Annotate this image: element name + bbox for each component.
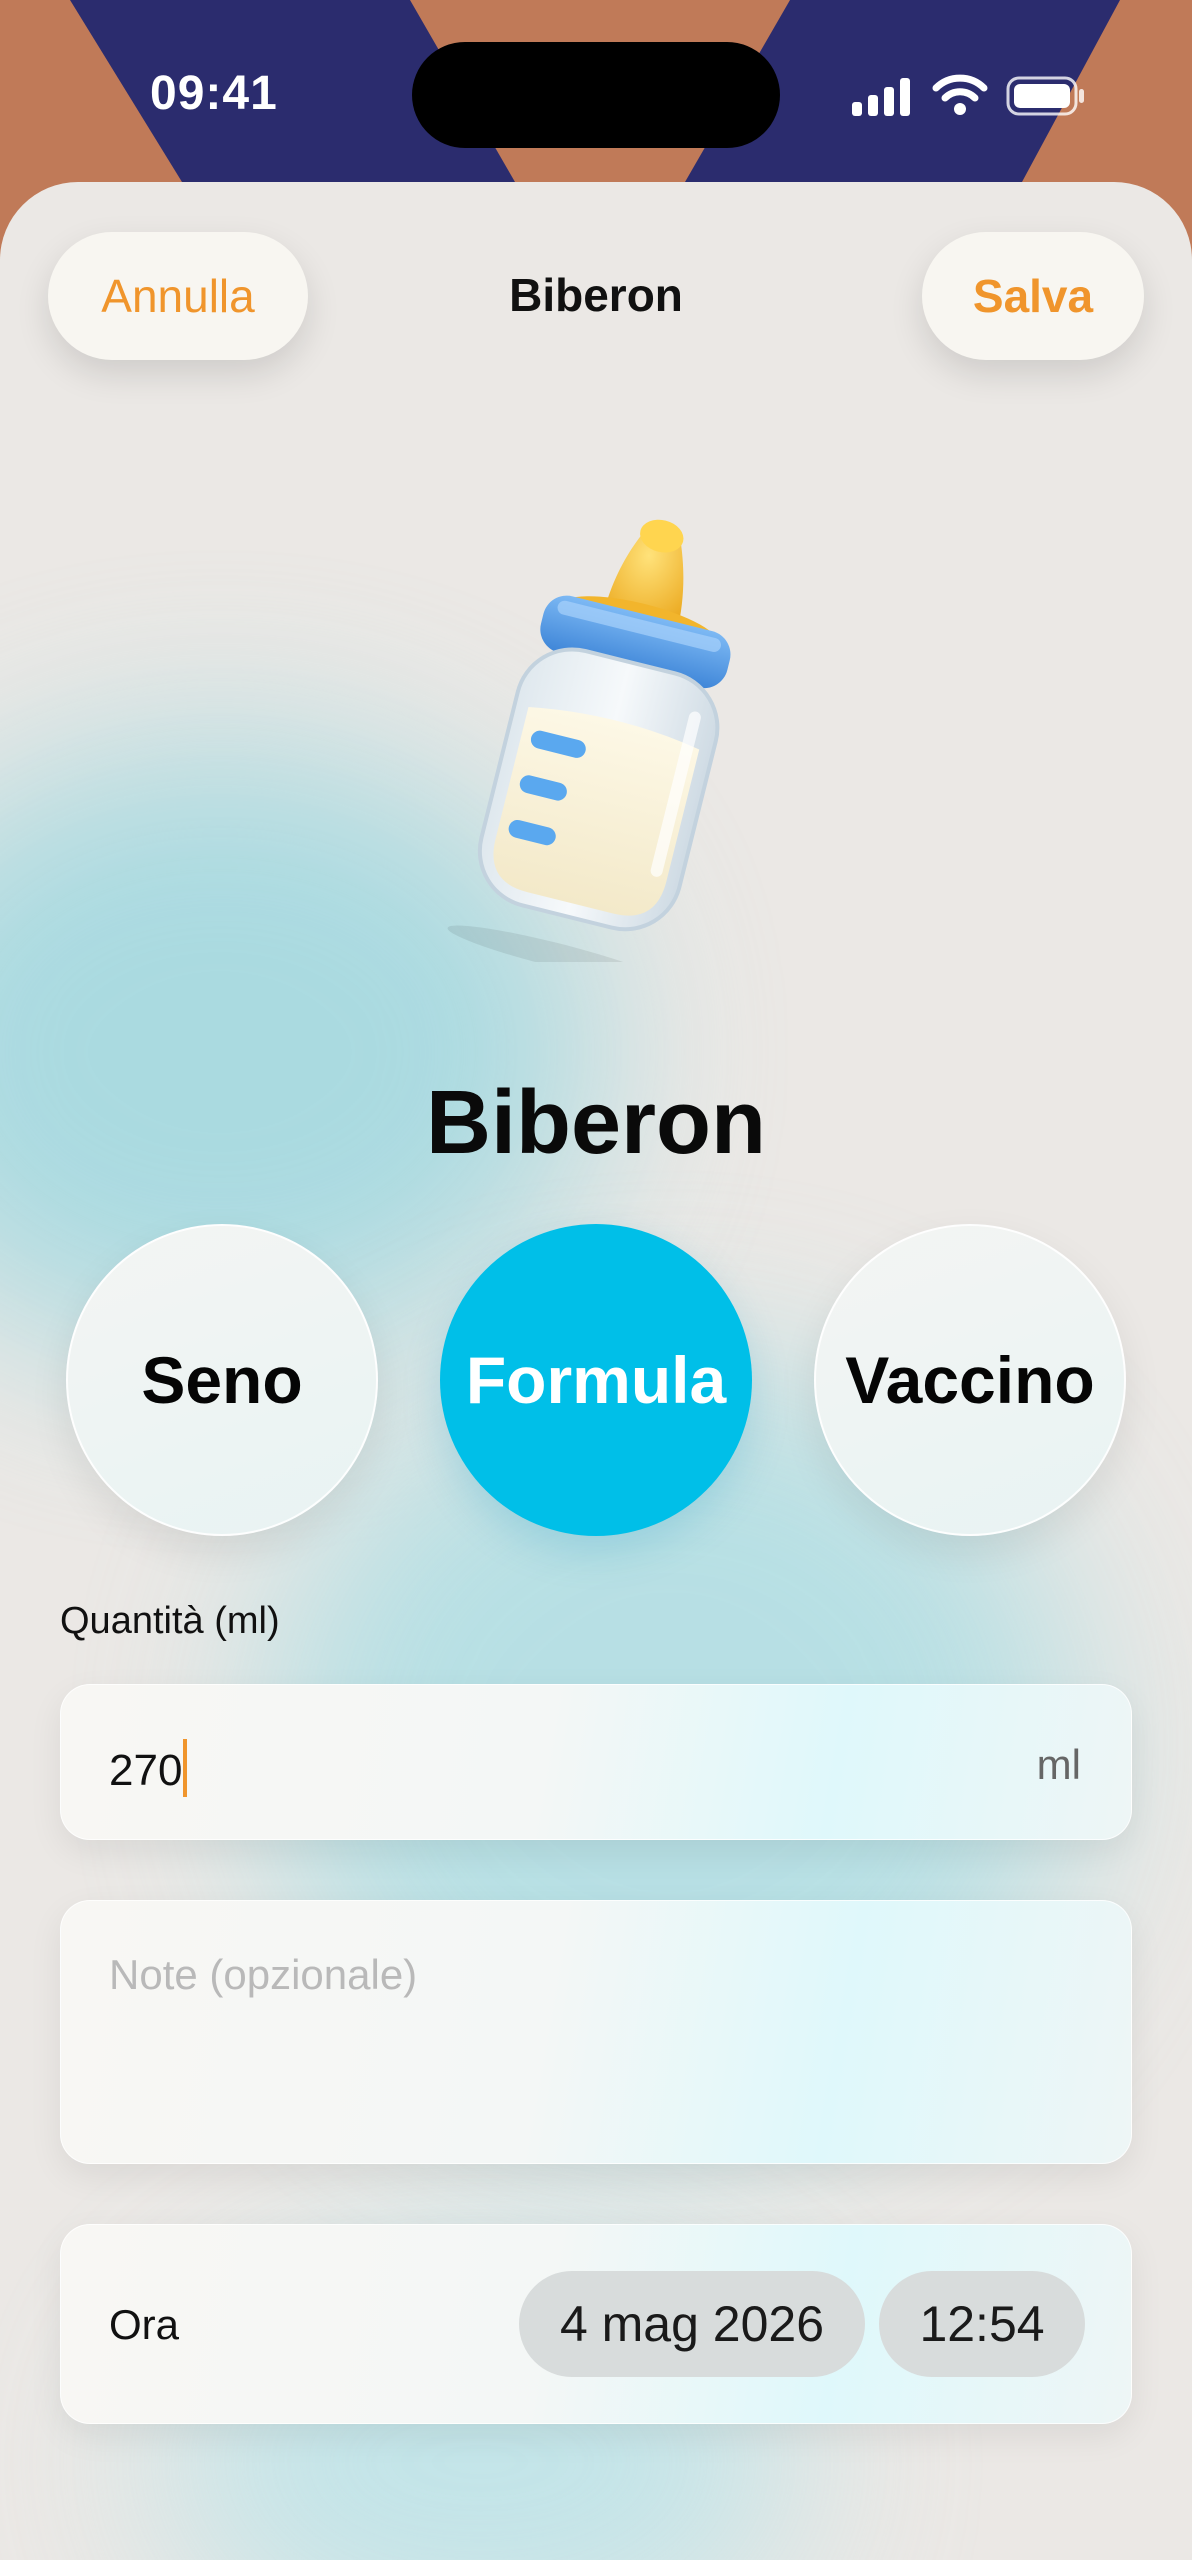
time-row: Ora 4 mag 2026 12:54 (60, 2224, 1132, 2424)
quantity-value: 270 (109, 1746, 183, 1795)
signal-bars-icon (852, 78, 910, 116)
quantity-input[interactable]: 270 ml (60, 1684, 1132, 1840)
save-button[interactable]: Salva (922, 232, 1144, 360)
modal-sheet: Annulla Biberon Salva Biberon Seno Formu… (0, 182, 1192, 2560)
status-bar: 09:41 (0, 0, 1192, 190)
battery-icon (1006, 76, 1084, 116)
wifi-icon (932, 74, 988, 115)
type-option-vaccino[interactable]: Vaccino (814, 1224, 1126, 1536)
quantity-unit: ml (1036, 1741, 1081, 1788)
status-bar-time: 09:41 (150, 67, 278, 120)
notes-input[interactable]: Note (opzionale) (60, 1900, 1132, 2164)
type-option-formula[interactable]: Formula (440, 1224, 752, 1536)
dynamic-island (412, 42, 780, 148)
type-option-seno[interactable]: Seno (66, 1224, 378, 1536)
text-cursor (183, 1739, 188, 1797)
quantity-label: Quantità (ml) (60, 1600, 280, 1642)
time-label: Ora (109, 2301, 180, 2348)
page-heading: Biberon (425, 1073, 766, 1173)
time-picker-button[interactable]: 12:54 (879, 2271, 1085, 2377)
notes-placeholder: Note (opzionale) (109, 1951, 418, 1998)
baby-bottle-icon (447, 519, 731, 962)
screen: 09:41 Annulla Biberon Salva Biberon Seno… (0, 0, 1192, 2560)
quantity-value-row: 270 (109, 1739, 188, 1797)
date-picker-button[interactable]: 4 mag 2026 (519, 2271, 865, 2377)
